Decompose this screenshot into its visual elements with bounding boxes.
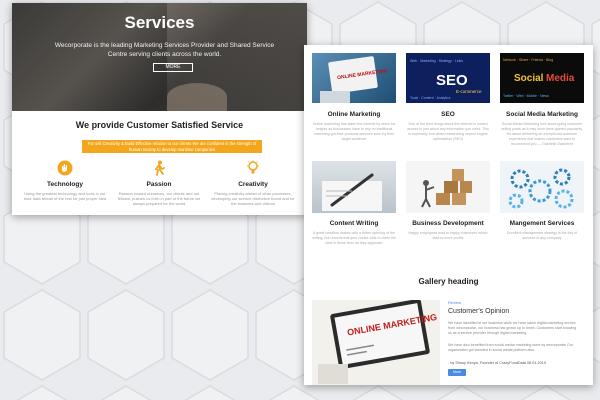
review-label: Review — [448, 300, 462, 305]
service-title: Business Development — [412, 220, 484, 227]
opinion-text: We have identified in our business while… — [448, 321, 577, 335]
service-title: Mangement Services — [509, 220, 575, 227]
social-media-image: Network · Share · Friends · Blog Social … — [500, 53, 584, 103]
feature-creativity: Creativity Placing creativity ahead of o… — [210, 160, 296, 206]
media-text: Media — [546, 73, 575, 84]
page-title: Services — [124, 13, 195, 32]
seo-text: SEO — [436, 72, 468, 89]
service-description: One of the best things about the interne… — [407, 122, 489, 141]
online-marketing-image: ONLINE MARKETING — [312, 53, 396, 103]
opinion-title: Customer's Opinion — [448, 308, 510, 315]
feature-technology: Technology Using the greatest technology… — [22, 160, 108, 201]
feature-description: Using the greatest technology and tools … — [23, 191, 107, 201]
more-button-label: MORE — [165, 64, 181, 70]
service-description: Excellent management strategy is the key… — [506, 231, 578, 240]
svg-text:Twitter · Web · Mobile · News: Twitter · Web · Mobile · News — [503, 94, 549, 98]
svg-text:Tools · Content · Analytics: Tools · Content · Analytics — [410, 96, 451, 100]
content-writing-image — [312, 161, 396, 213]
svg-text:Network · Share · Friends · Bl: Network · Share · Friends · Blog — [503, 58, 553, 62]
opinion-text: We have also benefited from social media… — [448, 343, 573, 352]
ecommerce-text: E-commerce — [456, 89, 482, 94]
more-button-label: More — [453, 370, 461, 374]
section-heading: We provide Customer Satisfied Service — [75, 120, 244, 130]
management-services-image — [500, 161, 584, 213]
services-grid-mockup: ONLINE MARKETING Web · Marketing · Strat… — [304, 45, 593, 385]
gallery-heading: Gallery heading — [418, 277, 479, 286]
feature-description: Placing creativity ahead of other proces… — [211, 191, 295, 206]
social-text: Social — [514, 73, 544, 84]
feature-passion: Passion Passion toward ourselves, our cl… — [116, 160, 202, 206]
more-button[interactable]: More — [448, 369, 466, 376]
feature-title: Creativity — [238, 181, 268, 188]
gallery-image[interactable]: ONLINE MARKETING — [312, 300, 440, 385]
feature-title: Passion — [146, 181, 172, 188]
handshake-photo — [167, 83, 227, 111]
highlight-banner: For sell Creativity & Build Effective re… — [82, 140, 262, 153]
service-title: SEO — [441, 111, 455, 118]
service-description: Social Media Marketing isn't about going… — [501, 122, 583, 146]
business-development-image — [406, 161, 490, 213]
feature-description: Passion toward ourselves, our clients an… — [117, 191, 201, 206]
review-author: - by Simuy Kenya, Founder of CrazyFoodDa… — [448, 361, 546, 365]
feature-title: Technology — [47, 181, 83, 188]
more-button[interactable]: MORE — [153, 63, 193, 72]
runner-icon — [116, 160, 202, 176]
lightbulb-icon — [210, 160, 296, 176]
service-description: Happy employees lead to happy customers … — [408, 231, 488, 240]
seo-image: Web · Marketing · Strategy · Links SEO E… — [406, 53, 490, 103]
svg-text:Web · Marketing · Strategy · L: Web · Marketing · Strategy · Links — [410, 59, 463, 63]
hand-icon — [22, 160, 108, 176]
service-title: Online Marketing — [327, 111, 381, 118]
hero-subtitle: Wecorporate is the leading Marketing Ser… — [54, 42, 275, 58]
service-title: Content Writing — [329, 220, 379, 227]
service-title: Social Media Marketing — [506, 111, 578, 118]
services-page-mockup: Services Wecorporate is the leading Mark… — [12, 3, 307, 215]
service-description: Online marketing has taken the internet … — [312, 122, 396, 141]
hero-section: Services Wecorporate is the leading Mark… — [12, 3, 307, 111]
service-description: A great headline makes with a better ope… — [312, 231, 396, 245]
